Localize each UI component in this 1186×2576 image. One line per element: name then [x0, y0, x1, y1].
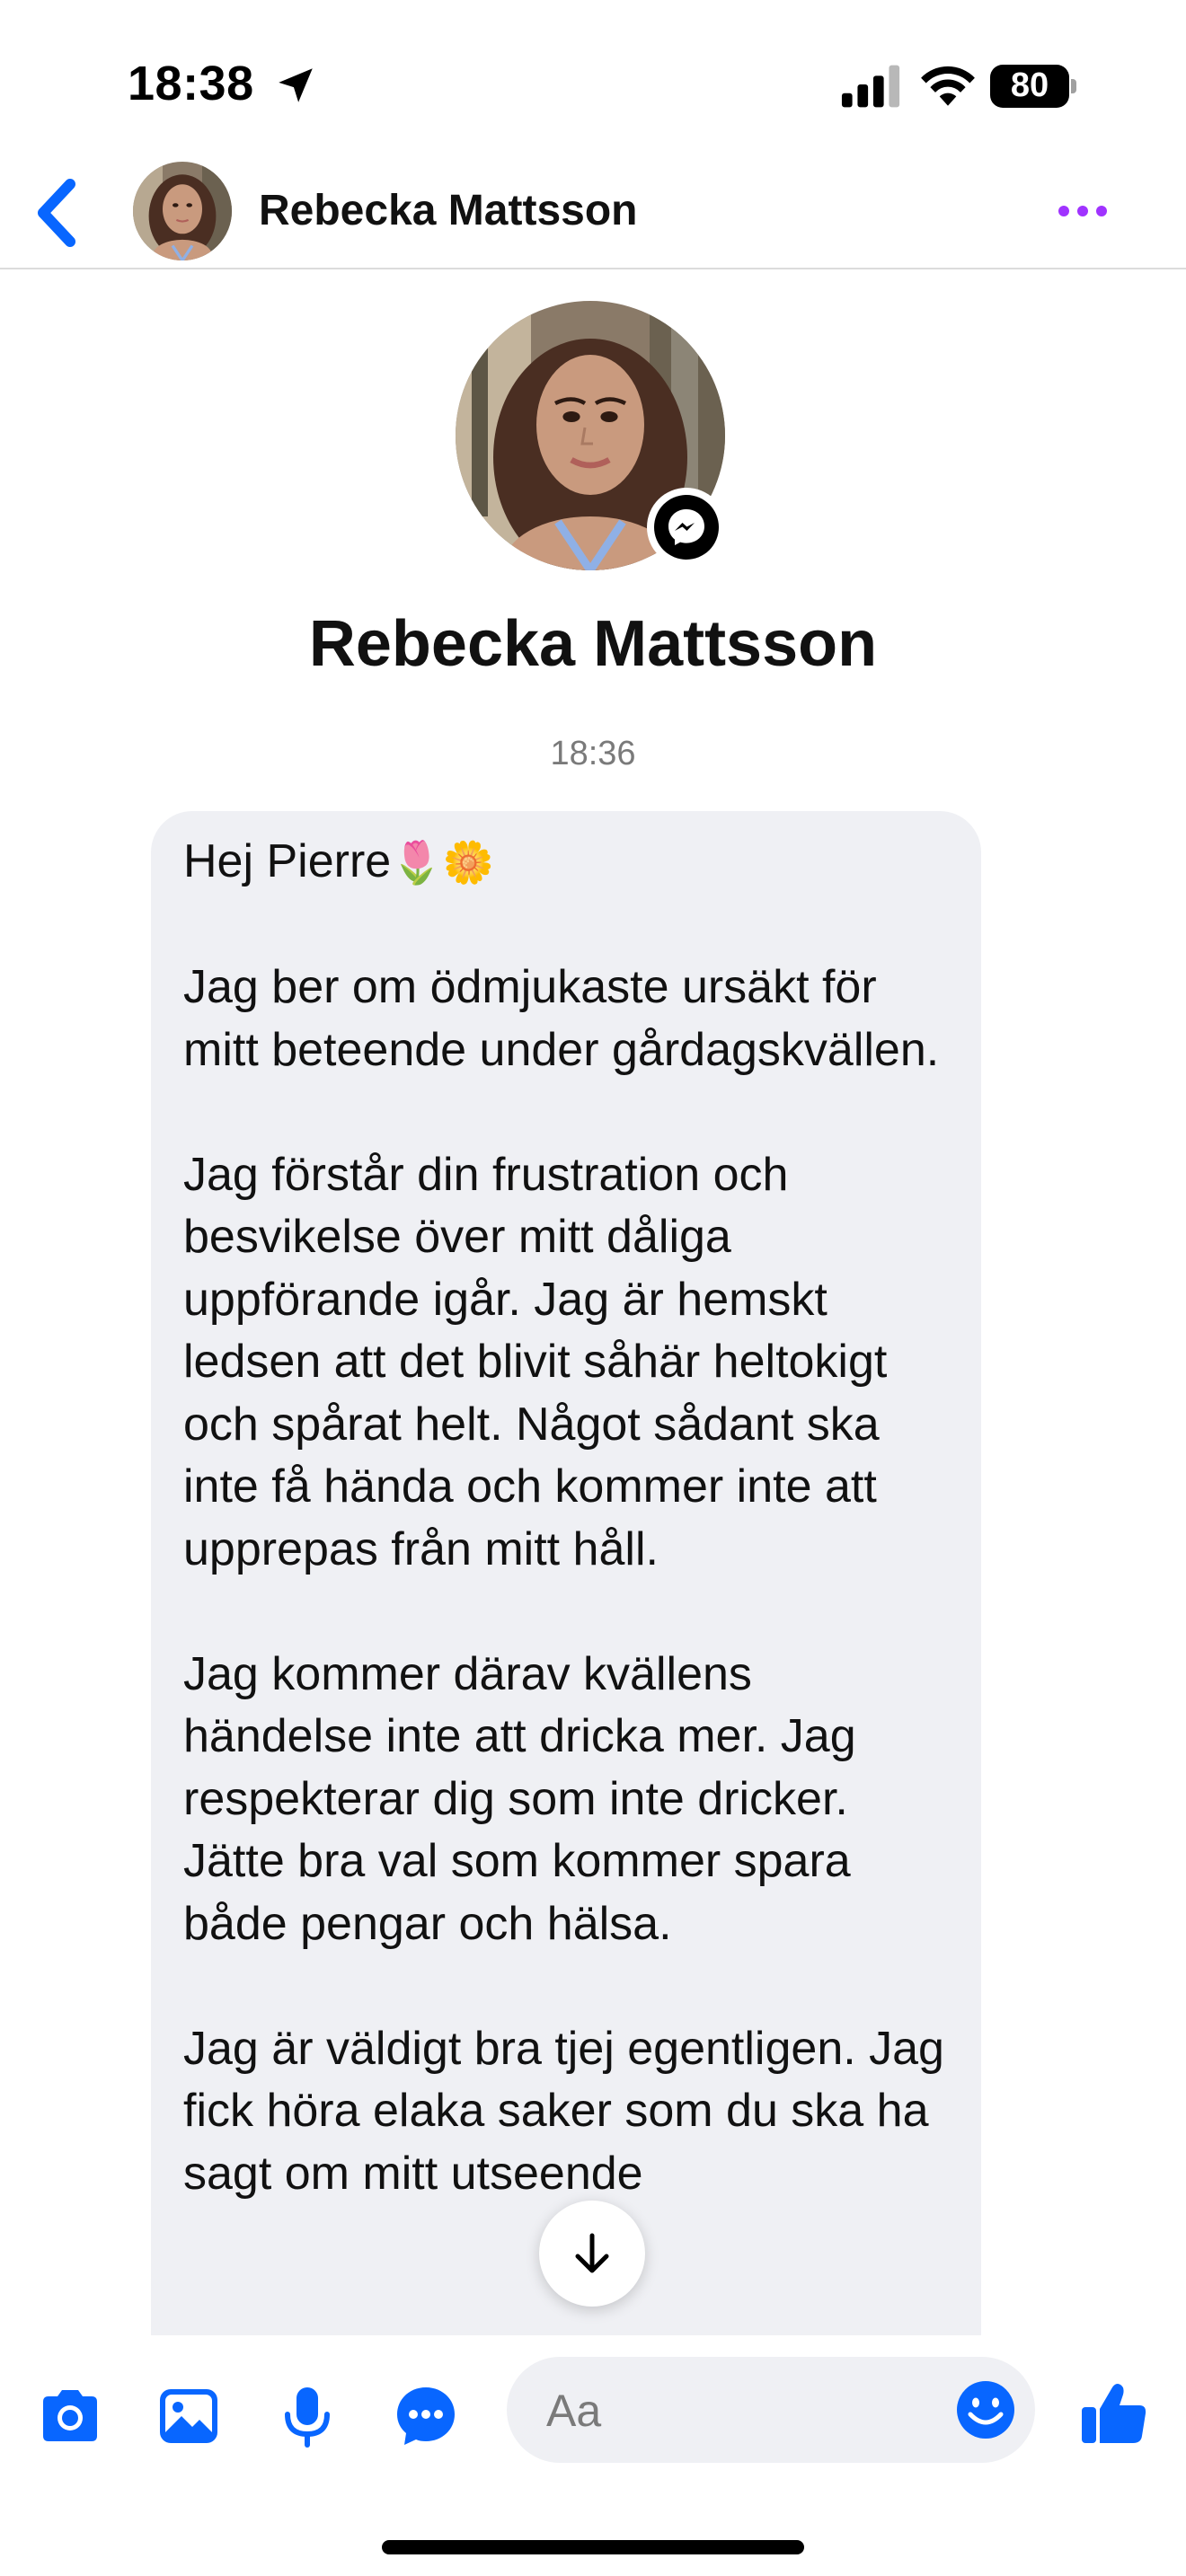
battery-icon: 80: [990, 65, 1076, 108]
status-time: 18:38: [128, 57, 254, 110]
status-bar: 18:38 80: [0, 0, 1186, 171]
message-paragraph: Jag är väldigt bra tjej egentligen. Jag …: [183, 2022, 944, 2200]
message-paragraph: Jag förstår din frustration och besvikel…: [183, 1148, 888, 1575]
incoming-message-bubble[interactable]: Hej Pierre🌷🌼 Jag ber om ödmjukaste ursäk…: [151, 811, 981, 2338]
cellular-signal-icon: [841, 65, 900, 108]
header-avatar[interactable]: [133, 162, 232, 260]
message-greeting: Hej Pierre🌷🌼: [183, 831, 949, 895]
microphone-icon[interactable]: [273, 2382, 341, 2450]
messenger-bolt-icon: [668, 509, 704, 545]
message-composer: [0, 2335, 1186, 2488]
chevron-left-icon[interactable]: [27, 177, 90, 249]
messenger-icon: [654, 495, 719, 560]
home-indicator[interactable]: [382, 2540, 804, 2554]
greeting-emojis: 🌷🌼: [391, 839, 494, 886]
message-input[interactable]: [546, 2384, 924, 2438]
header-contact-name[interactable]: Rebecka Mattsson: [259, 186, 637, 235]
battery-tip: [1071, 79, 1076, 93]
avatar-image: [133, 162, 232, 260]
image-icon[interactable]: [155, 2382, 223, 2450]
more-dots-icon[interactable]: [1051, 184, 1114, 238]
scroll-to-bottom-button[interactable]: [539, 2201, 645, 2307]
message-timestamp: 18:36: [550, 735, 636, 772]
location-arrow-icon: [279, 68, 313, 102]
messenger-badge: [647, 488, 726, 567]
conversation-header: Rebecka Mattsson: [0, 157, 1186, 269]
profile-avatar-container[interactable]: [456, 301, 726, 570]
camera-icon[interactable]: [36, 2382, 104, 2450]
chat-more-icon[interactable]: [392, 2382, 460, 2450]
profile-name: Rebecka Mattsson: [308, 608, 878, 680]
message-paragraph: Jag kommer därav kvällens händelse inte …: [183, 1647, 856, 1950]
message-paragraph: Jag ber om ödmjukaste ursäkt för mitt be…: [183, 961, 940, 1076]
thumbs-up-icon[interactable]: [1078, 2377, 1150, 2448]
battery-level: 80: [1010, 66, 1049, 104]
arrow-down-icon: [575, 2233, 609, 2273]
wifi-icon: [921, 66, 975, 106]
emoji-icon[interactable]: [954, 2378, 1017, 2441]
greeting-text: Hej Pierre: [183, 835, 392, 887]
message-input-container[interactable]: [507, 2357, 1035, 2463]
